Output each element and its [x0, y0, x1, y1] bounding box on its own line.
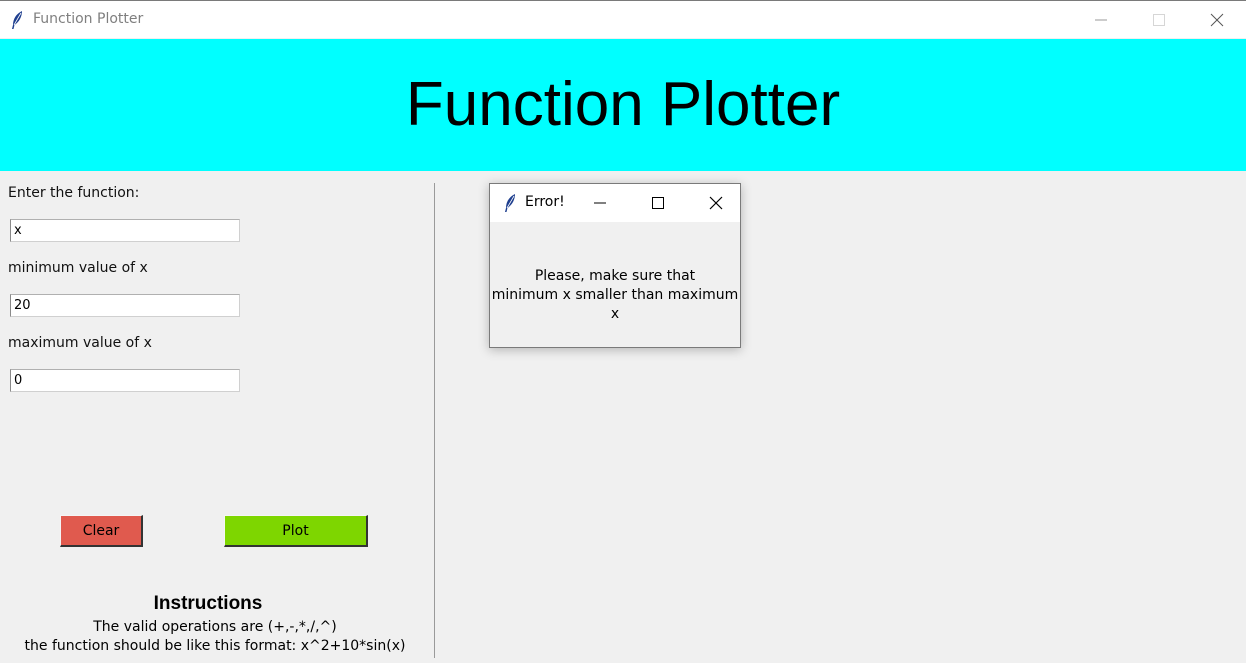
minimize-icon: [1095, 19, 1107, 21]
function-label: Enter the function:: [8, 185, 140, 201]
error-dialog: Error! Please, make sure that minimum x …: [489, 183, 741, 348]
feather-icon: [12, 11, 22, 29]
window-titlebar: Function Plotter: [0, 0, 1246, 38]
max-x-input[interactable]: [10, 369, 240, 392]
close-button[interactable]: [1188, 1, 1246, 39]
dialog-maximize-button[interactable]: [633, 184, 683, 222]
close-icon: [709, 196, 723, 210]
minimize-button[interactable]: [1072, 1, 1130, 39]
feather-icon: [505, 194, 515, 212]
dialog-close-button[interactable]: [691, 184, 741, 222]
instructions-title: Instructions: [153, 593, 263, 614]
function-input[interactable]: [10, 219, 240, 242]
plot-button[interactable]: Plot: [224, 515, 368, 547]
min-x-input[interactable]: [10, 294, 240, 317]
close-icon: [1210, 13, 1224, 27]
panel-divider: [434, 183, 435, 658]
dialog-title: Error!: [525, 194, 565, 210]
dialog-titlebar: Error!: [490, 184, 740, 222]
instructions-line-1: The valid operations are (+,-,*,/,^): [93, 619, 337, 635]
dialog-message-line-2: minimum x smaller than maximum x: [491, 287, 739, 322]
banner-title: Function Plotter: [405, 70, 841, 139]
dialog-message-line-1: Please, make sure that: [534, 268, 696, 284]
header-banner: Function Plotter: [0, 39, 1246, 171]
dialog-message: Please, make sure that minimum x smaller…: [490, 267, 740, 324]
min-x-label: minimum value of x: [8, 260, 148, 276]
maximize-button[interactable]: [1130, 1, 1188, 39]
window-title: Function Plotter: [33, 11, 144, 27]
dialog-minimize-button[interactable]: [575, 184, 625, 222]
max-x-label: maximum value of x: [8, 335, 152, 351]
minimize-icon: [594, 202, 606, 204]
instructions-line-2: the function should be like this format:…: [24, 638, 406, 654]
clear-button[interactable]: Clear: [60, 515, 143, 547]
maximize-icon: [652, 197, 664, 209]
maximize-icon: [1153, 14, 1165, 26]
